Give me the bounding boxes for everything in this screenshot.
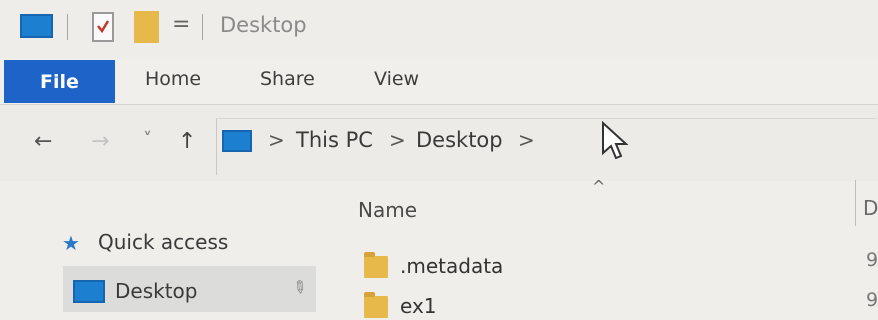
nav-item-desktop[interactable]: Desktop — [115, 279, 197, 303]
tab-file[interactable]: File — [4, 60, 115, 103]
toolbar-divider — [67, 14, 68, 40]
up-arrow-icon[interactable]: ↑ — [178, 130, 196, 154]
mouse-cursor-icon — [602, 121, 629, 160]
new-folder-icon[interactable] — [134, 11, 159, 43]
recent-locations-chevron-icon[interactable]: ˅ — [143, 128, 152, 152]
forward-arrow-icon[interactable]: → — [91, 130, 109, 154]
tab-share[interactable]: Share — [260, 68, 315, 90]
toolbar-divider — [202, 14, 203, 40]
breadcrumb-separator-icon[interactable]: > — [518, 128, 535, 152]
this-pc-icon — [222, 130, 252, 152]
breadcrumb-separator-icon[interactable]: > — [389, 128, 406, 152]
list-item-date-partial: 9 — [866, 289, 878, 311]
properties-icon[interactable] — [92, 12, 114, 42]
folder-icon — [364, 292, 388, 318]
back-arrow-icon[interactable]: ← — [34, 130, 52, 154]
list-item-metadata[interactable]: .metadata — [400, 254, 503, 278]
tab-view[interactable]: View — [374, 68, 419, 90]
title-bar: = Desktop — [0, 0, 878, 58]
list-item-date-partial: 9 — [866, 249, 878, 271]
folder-icon — [364, 252, 388, 278]
column-header-date-partial[interactable]: D — [863, 196, 878, 220]
explorer-window-icon[interactable] — [20, 14, 53, 38]
tab-home[interactable]: Home — [145, 68, 201, 90]
column-header-name[interactable]: Name — [358, 198, 417, 222]
breadcrumb-separator-icon[interactable]: > — [268, 128, 285, 152]
sort-ascending-icon: ^ — [592, 177, 606, 196]
list-item-ex1[interactable]: ex1 — [400, 294, 437, 318]
ribbon: File Home Share View — [0, 58, 878, 105]
breadcrumb-desktop[interactable]: Desktop — [416, 128, 503, 152]
desktop-icon — [73, 280, 105, 303]
window-title: Desktop — [220, 13, 307, 37]
column-divider[interactable] — [855, 180, 856, 226]
breadcrumb-this-pc[interactable]: This PC — [296, 128, 373, 152]
quick-access-star-icon: ★ — [62, 231, 80, 255]
customize-toolbar-icon[interactable]: = — [172, 12, 190, 37]
nav-item-quick-access[interactable]: Quick access — [98, 230, 228, 254]
